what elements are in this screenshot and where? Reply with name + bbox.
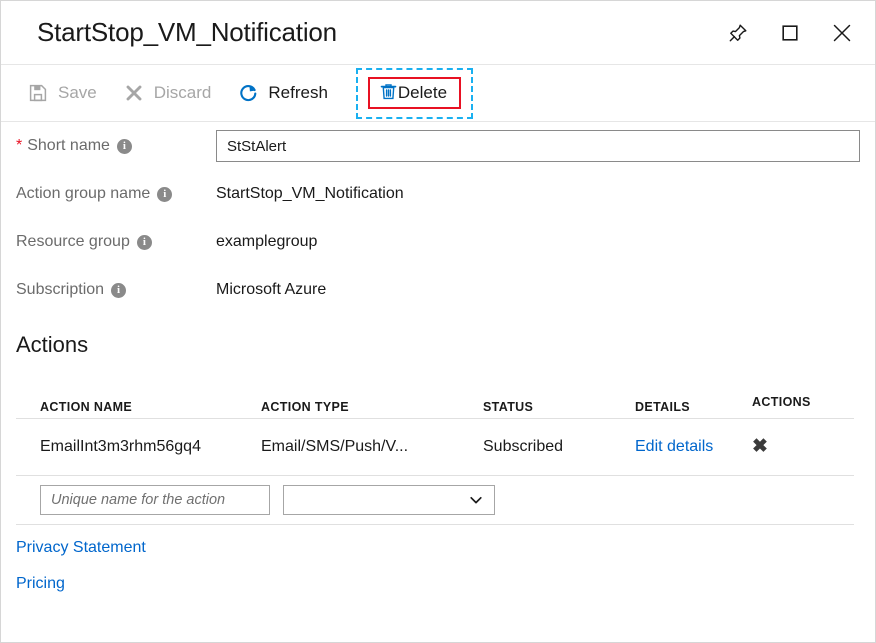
chevron-down-icon: [468, 492, 484, 508]
cell-status: Subscribed: [483, 438, 635, 456]
table-new-action-row: [16, 476, 854, 525]
discard-label: Discard: [154, 83, 212, 103]
window-controls: [723, 1, 857, 64]
info-icon[interactable]: i: [157, 187, 172, 202]
page-title: StartStop_VM_Notification: [37, 17, 337, 48]
action-group-name-label: Action group name i: [16, 185, 216, 203]
refresh-button[interactable]: Refresh: [237, 76, 328, 110]
field-short-name: * Short name i: [16, 122, 860, 170]
close-icon[interactable]: [827, 18, 857, 48]
table-row: EmailInt3m3rhm56gq4 Email/SMS/Push/V... …: [16, 419, 854, 476]
blade-content: * Short name i Action group name i Start…: [1, 122, 875, 314]
action-group-name-label-text: Action group name: [16, 185, 150, 203]
new-action-type-select[interactable]: [283, 485, 495, 515]
subscription-label: Subscription i: [16, 281, 216, 299]
short-name-label-text: Short name: [27, 137, 110, 155]
refresh-label: Refresh: [268, 83, 328, 103]
action-group-name-value: StartStop_VM_Notification: [216, 185, 404, 203]
field-subscription: Subscription i Microsoft Azure: [16, 266, 860, 314]
field-action-group-name: Action group name i StartStop_VM_Notific…: [16, 170, 860, 218]
column-header-details: DETAILS: [635, 400, 752, 414]
blade-title-bar: StartStop_VM_Notification: [1, 1, 875, 64]
action-group-blade: StartStop_VM_Notification: [0, 0, 876, 643]
table-header-row: ACTION NAME ACTION TYPE STATUS DETAILS A…: [16, 380, 854, 419]
footer-links: Privacy Statement Pricing: [16, 539, 875, 593]
refresh-icon: [237, 82, 259, 104]
actions-section-heading: Actions: [16, 332, 875, 358]
info-icon[interactable]: i: [117, 139, 132, 154]
info-icon[interactable]: i: [137, 235, 152, 250]
short-name-label: * Short name i: [16, 137, 216, 155]
cell-actions: ✖: [752, 437, 842, 457]
delete-label: Delete: [398, 83, 447, 103]
delete-focus-ring: Delete: [356, 68, 473, 119]
remove-action-icon[interactable]: ✖: [752, 436, 768, 457]
delete-button[interactable]: Delete: [368, 77, 461, 109]
cell-details: Edit details: [635, 438, 752, 456]
save-button[interactable]: Save: [27, 76, 97, 110]
resource-group-label: Resource group i: [16, 233, 216, 251]
pin-icon[interactable]: [723, 18, 753, 48]
discard-button[interactable]: Discard: [123, 76, 212, 110]
pricing-link[interactable]: Pricing: [16, 575, 65, 593]
maximize-icon[interactable]: [775, 18, 805, 48]
column-header-action-type: ACTION TYPE: [261, 400, 483, 414]
short-name-input[interactable]: [216, 130, 860, 162]
discard-x-icon: [123, 82, 145, 104]
save-icon: [27, 82, 49, 104]
save-label: Save: [58, 83, 97, 103]
subscription-value: Microsoft Azure: [216, 281, 326, 299]
privacy-statement-link[interactable]: Privacy Statement: [16, 539, 146, 557]
cell-action-type: Email/SMS/Push/V...: [261, 438, 483, 456]
field-resource-group: Resource group i examplegroup: [16, 218, 860, 266]
subscription-label-text: Subscription: [16, 281, 104, 299]
info-icon[interactable]: i: [111, 283, 126, 298]
cell-action-name: EmailInt3m3rhm56gq4: [16, 438, 261, 456]
column-header-action-name: ACTION NAME: [16, 400, 261, 414]
required-asterisk: *: [16, 138, 22, 154]
resource-group-value: examplegroup: [216, 233, 317, 251]
column-header-actions: ACTIONS: [752, 395, 842, 409]
trash-icon: [379, 82, 398, 104]
actions-table: ACTION NAME ACTION TYPE STATUS DETAILS A…: [16, 380, 854, 525]
edit-details-link[interactable]: Edit details: [635, 438, 713, 455]
new-action-name-input[interactable]: [40, 485, 270, 515]
resource-group-label-text: Resource group: [16, 233, 130, 251]
command-toolbar: Save Discard Refresh: [1, 64, 875, 122]
column-header-status: STATUS: [483, 400, 635, 414]
